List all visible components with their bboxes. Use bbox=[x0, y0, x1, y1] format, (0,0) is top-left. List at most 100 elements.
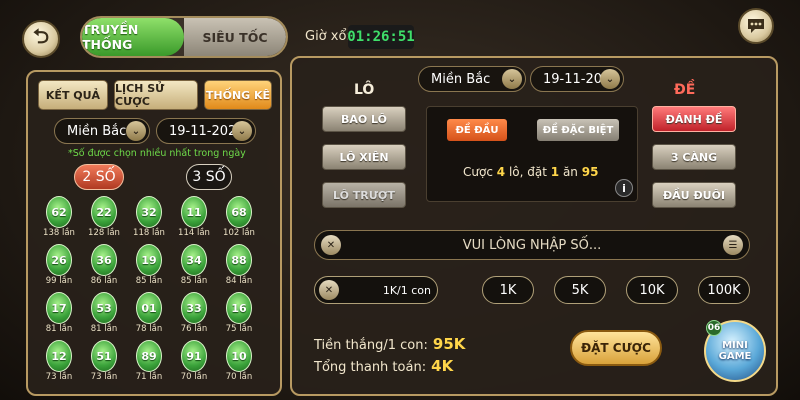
chevron-down-icon: ⌄ bbox=[600, 69, 620, 89]
number-cell[interactable]: 12 73 lần bbox=[36, 340, 82, 386]
lo-title: LÔ bbox=[354, 82, 375, 98]
number-cell[interactable]: 53 81 lần bbox=[81, 292, 127, 338]
tab-3-so[interactable]: 3 SỐ bbox=[186, 164, 232, 190]
back-arrow-icon: ⮌ bbox=[32, 24, 50, 48]
chip-5k[interactable]: 5K bbox=[554, 276, 606, 304]
number-count: 84 lần bbox=[225, 276, 253, 286]
number-ball: 91 bbox=[181, 340, 207, 372]
tab-lich-su-cuoc[interactable]: LỊCH SỬ CƯỢC bbox=[114, 80, 198, 110]
dau-duoi-button[interactable]: ĐẦU ĐUÔI bbox=[652, 182, 736, 208]
region-select[interactable]: Miền Bắc ⌄ bbox=[54, 118, 150, 144]
number-count: 85 lần bbox=[180, 276, 208, 286]
total-row: Tổng thanh toán: 4K bbox=[314, 356, 453, 375]
chip-100k[interactable]: 100K bbox=[698, 276, 750, 304]
number-cell[interactable]: 62 138 lần bbox=[36, 196, 82, 242]
number-count: 70 lần bbox=[180, 372, 208, 382]
clear-icon[interactable]: ✕ bbox=[319, 280, 339, 300]
stake-input[interactable]: ✕ 1K/1 con bbox=[314, 276, 438, 304]
timer-label: Giờ xổ: bbox=[305, 29, 351, 44]
number-count: 86 lần bbox=[90, 276, 118, 286]
lo-truot-button[interactable]: LÔ TRƯỢT bbox=[322, 182, 406, 208]
bet-prefix: Cược bbox=[463, 165, 493, 179]
bet-an-label: ăn bbox=[562, 165, 578, 179]
number-ball: 01 bbox=[136, 292, 162, 324]
win-row: Tiền thắng/1 con: 95K bbox=[314, 334, 465, 353]
bet-type-box: ĐỀ ĐẦU ĐỀ ĐẶC BIỆT Cược 4 lô, đặt 1 ăn 9… bbox=[426, 106, 638, 202]
chip-1k[interactable]: 1K bbox=[482, 276, 534, 304]
date-select[interactable]: 19-11-2024 ⌄ bbox=[530, 66, 624, 92]
number-cell[interactable]: 33 76 lần bbox=[171, 292, 217, 338]
number-input-placeholder: VUI LÒNG NHẬP SỐ... bbox=[462, 237, 602, 253]
number-count: 85 lần bbox=[135, 276, 163, 286]
tab-ket-qua[interactable]: KẾT QUẢ bbox=[38, 80, 108, 110]
number-ball: 16 bbox=[226, 292, 252, 324]
statistics-panel: KẾT QUẢ LỊCH SỬ CƯỢC THỐNG KÊ Miền Bắc ⌄… bbox=[26, 70, 282, 396]
number-count: 99 lần bbox=[45, 276, 73, 286]
number-cell[interactable]: 68 102 lần bbox=[216, 196, 262, 242]
region-value: Miền Bắc bbox=[67, 123, 127, 139]
date-select[interactable]: 19-11-2024 ⌄ bbox=[156, 118, 256, 144]
list-icon[interactable]: ☰ bbox=[723, 235, 743, 255]
number-cell[interactable]: 19 85 lần bbox=[126, 244, 172, 290]
number-count: 138 lần bbox=[43, 228, 75, 238]
region-value: Miền Bắc bbox=[431, 71, 491, 87]
chevron-down-icon: ⌄ bbox=[232, 121, 252, 141]
3-cang-button[interactable]: 3 CÀNG bbox=[652, 144, 736, 170]
number-cell[interactable]: 91 70 lần bbox=[171, 340, 217, 386]
number-ball: 19 bbox=[136, 244, 162, 276]
region-select[interactable]: Miền Bắc ⌄ bbox=[418, 66, 526, 92]
tab-sieu-toc[interactable]: SIÊU TỐC bbox=[184, 18, 286, 56]
number-cell[interactable]: 01 78 lần bbox=[126, 292, 172, 338]
place-bet-button[interactable]: ĐẶT CƯỢC bbox=[570, 330, 662, 366]
chevron-down-icon: ⌄ bbox=[502, 69, 522, 89]
bao-lo-button[interactable]: BAO LÔ bbox=[322, 106, 406, 132]
info-icon[interactable]: i bbox=[615, 179, 633, 197]
number-ball: 26 bbox=[46, 244, 72, 276]
mini-game-badge: 06 bbox=[706, 320, 722, 336]
number-count: 71 lần bbox=[135, 372, 163, 382]
danh-de-button[interactable]: ĐÁNH ĐỀ bbox=[652, 106, 736, 132]
number-cell[interactable]: 26 99 lần bbox=[36, 244, 82, 290]
mini-game-line2: GAME bbox=[718, 351, 752, 362]
number-cell[interactable]: 11 114 lần bbox=[171, 196, 217, 242]
stake-value: 1K/1 con bbox=[382, 283, 431, 297]
bet-dat-value: 1 bbox=[550, 165, 560, 179]
de-dau-tab[interactable]: ĐỀ ĐẦU bbox=[447, 119, 507, 141]
tab-truyen-thong[interactable]: TRUYỀN THỐNG bbox=[82, 18, 184, 56]
tab-thong-ke[interactable]: THỐNG KÊ bbox=[204, 80, 272, 110]
number-cell[interactable]: 89 71 lần bbox=[126, 340, 172, 386]
clear-icon[interactable]: ✕ bbox=[321, 235, 341, 255]
number-cell[interactable]: 17 81 lần bbox=[36, 292, 82, 338]
bet-lo-count: 4 bbox=[496, 165, 506, 179]
most-picked-note: *Số được chọn nhiều nhất trong ngày bbox=[68, 148, 246, 159]
chip-10k[interactable]: 10K bbox=[626, 276, 678, 304]
number-ball: 17 bbox=[46, 292, 72, 324]
chat-button[interactable] bbox=[738, 8, 774, 44]
number-cell[interactable]: 10 70 lần bbox=[216, 340, 262, 386]
number-count: 81 lần bbox=[90, 324, 118, 334]
bet-mid-text: lô, đặt bbox=[508, 165, 547, 179]
number-input[interactable]: ✕ VUI LÒNG NHẬP SỐ... ☰ bbox=[314, 230, 750, 260]
number-ball: 11 bbox=[181, 196, 207, 228]
back-button[interactable]: ⮌ bbox=[22, 20, 60, 58]
number-count: 118 lần bbox=[133, 228, 165, 238]
bet-summary: Cược 4 lô, đặt 1 ăn 95 bbox=[463, 165, 598, 179]
number-count: 76 lần bbox=[180, 324, 208, 334]
number-count: 78 lần bbox=[135, 324, 163, 334]
number-ball: 22 bbox=[91, 196, 117, 228]
number-cell[interactable]: 88 84 lần bbox=[216, 244, 262, 290]
number-count: 128 lần bbox=[88, 228, 120, 238]
tab-2-so[interactable]: 2 SỐ bbox=[74, 164, 124, 190]
number-ball: 68 bbox=[226, 196, 252, 228]
lo-xien-button[interactable]: LÔ XIÊN bbox=[322, 144, 406, 170]
number-cell[interactable]: 34 85 lần bbox=[171, 244, 217, 290]
number-cell[interactable]: 22 128 lần bbox=[81, 196, 127, 242]
number-ball: 34 bbox=[181, 244, 207, 276]
number-cell[interactable]: 32 118 lần bbox=[126, 196, 172, 242]
number-count: 102 lần bbox=[223, 228, 255, 238]
number-cell[interactable]: 51 73 lần bbox=[81, 340, 127, 386]
de-dac-biet-tab[interactable]: ĐỀ ĐẶC BIỆT bbox=[537, 119, 619, 141]
number-cell[interactable]: 16 75 lần bbox=[216, 292, 262, 338]
number-ball: 53 bbox=[91, 292, 117, 324]
number-cell[interactable]: 36 86 lần bbox=[81, 244, 127, 290]
